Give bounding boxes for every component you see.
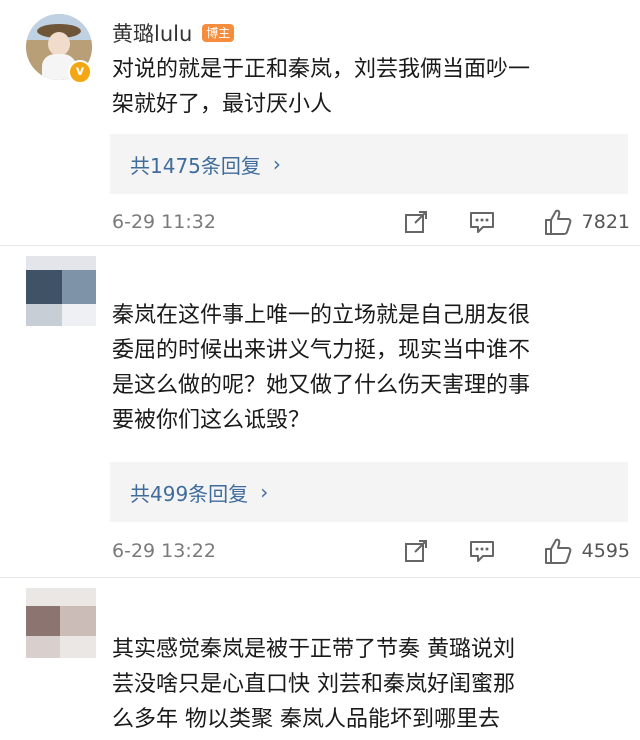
comment-line: 要被你们这么诋毁？ xyxy=(112,408,311,433)
share-icon[interactable] xyxy=(398,533,434,569)
comment-meta: 6-29 13:22 4595 xyxy=(112,533,630,569)
chevron-right-icon: › xyxy=(260,480,269,504)
timestamp: 6-29 11:32 xyxy=(112,211,216,233)
chevron-right-icon: › xyxy=(272,152,281,176)
reply-summary-box[interactable]: 共499条回复 › xyxy=(110,462,628,522)
comment-text: 秦岚在这件事上唯一的立场就是自己朋友很 委屈的时候出来讲义气力挺，现实当中谁不 … xyxy=(112,298,622,438)
avatar-pixel xyxy=(26,270,62,304)
comment-icon[interactable] xyxy=(464,204,500,240)
comment-line: 么多年 物以类聚 秦岚人品能坏到哪里去 xyxy=(112,707,500,732)
comment-line: 是这么做的呢？她又做了什么伤天害理的事 xyxy=(112,373,531,398)
username-row: 黄璐lulu 博主 xyxy=(112,18,235,48)
avatar-pixel xyxy=(62,304,96,326)
comment-text: 其实感觉秦岚是被于正带了节奏 黄璐说刘 芸没啥只是心直口快 刘芸和秦岚好闺蜜那 … xyxy=(112,632,622,737)
comment-line: 委屈的时候出来讲义气力挺，现实当中谁不 xyxy=(112,338,531,363)
blogger-badge: 博主 xyxy=(202,24,235,42)
blurred-avatar[interactable] xyxy=(26,588,96,658)
comment-item: 秦岚在这件事上唯一的立场就是自己朋友很 委屈的时候出来讲义气力挺，现实当中谁不 … xyxy=(0,246,640,576)
share-icon[interactable] xyxy=(398,204,434,240)
reply-count-label: 共499条回复 xyxy=(130,481,249,506)
avatar-pixel xyxy=(62,270,96,304)
like-count: 7821 xyxy=(581,211,630,233)
username[interactable]: 黄璐lulu xyxy=(112,18,192,48)
avatar-pixel xyxy=(26,606,60,636)
verified-badge-icon: v xyxy=(68,60,92,84)
like-count: 4595 xyxy=(581,540,630,562)
comment-line: 秦岚在这件事上唯一的立场就是自己朋友很 xyxy=(112,303,531,328)
like-button[interactable]: 4595 xyxy=(540,533,630,569)
comment-item: 其实感觉秦岚是被于正带了节奏 黄璐说刘 芸没啥只是心直口快 刘芸和秦岚好闺蜜那 … xyxy=(0,578,640,740)
comment-item: v 黄璐lulu 博主 对说的就是于正和秦岚，刘芸我俩当面吵一 架就好了，最讨厌… xyxy=(0,0,640,245)
avatar-pixel xyxy=(26,304,62,326)
reply-summary-box[interactable]: 共1475条回复 › xyxy=(110,134,628,194)
avatar-pixel xyxy=(26,636,60,658)
thumbs-up-icon xyxy=(540,204,576,240)
timestamp: 6-29 13:22 xyxy=(112,540,216,562)
comment-meta: 6-29 11:32 7821 xyxy=(112,204,630,240)
comment-icon[interactable] xyxy=(464,533,500,569)
thumbs-up-icon xyxy=(540,533,576,569)
comment-line: 其实感觉秦岚是被于正带了节奏 黄璐说刘 xyxy=(112,637,515,662)
like-button[interactable]: 7821 xyxy=(540,204,630,240)
comment-line: 芸没啥只是心直口快 刘芸和秦岚好闺蜜那 xyxy=(112,672,515,697)
comment-line: 对说的就是于正和秦岚，刘芸我俩当面吵一 xyxy=(112,57,531,82)
reply-count-link[interactable]: 共499条回复 › xyxy=(130,478,268,507)
reply-count-link[interactable]: 共1475条回复 › xyxy=(130,150,281,179)
avatar-pixel xyxy=(60,606,96,636)
avatar-face xyxy=(48,32,70,56)
comment-text: 对说的就是于正和秦岚，刘芸我俩当面吵一 架就好了，最讨厌小人 xyxy=(112,52,622,122)
comment-feed: v 黄璐lulu 博主 对说的就是于正和秦岚，刘芸我俩当面吵一 架就好了，最讨厌… xyxy=(0,0,640,740)
reply-count-label: 共1475条回复 xyxy=(130,153,261,178)
blurred-avatar[interactable] xyxy=(26,256,96,326)
comment-line: 架就好了，最讨厌小人 xyxy=(112,92,333,117)
